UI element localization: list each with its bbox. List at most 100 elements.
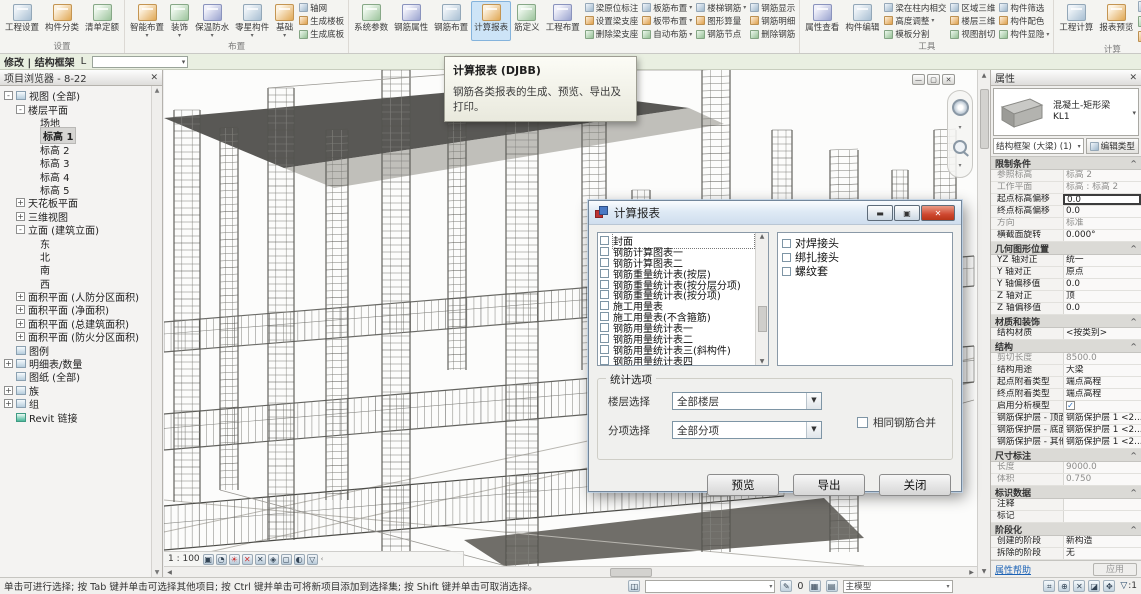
tree-item[interactable]: +三维视图 [2, 210, 162, 223]
property-value[interactable]: 标准 [1063, 218, 1141, 229]
property-value[interactable]: 统一 [1063, 255, 1141, 266]
collapse-icon[interactable]: ^ [1130, 451, 1137, 460]
property-value[interactable]: 0.0 [1063, 303, 1141, 314]
options-combobox[interactable]: ▾ [92, 56, 188, 68]
property-value[interactable]: 钢筋保护层 1 <2... [1063, 413, 1141, 424]
list-scrollbar[interactable]: ▲▼ [755, 233, 768, 365]
ribbon-small-button[interactable]: 设置梁支座 [585, 15, 639, 27]
collapse-icon[interactable]: ^ [1130, 488, 1137, 497]
dialog-titlebar[interactable]: 计算报表 ▬ ▣ ✕ [589, 201, 961, 225]
property-value[interactable]: 标高 2 [1063, 170, 1141, 181]
property-value[interactable]: 8500.0 [1063, 353, 1141, 364]
horizontal-scrollbar[interactable]: ◀▶ [164, 566, 977, 577]
options-icon[interactable]: ▤ [826, 580, 838, 592]
expand-icon[interactable]: + [4, 399, 13, 408]
ribbon-button[interactable]: 报表预览 [1096, 1, 1136, 44]
tree-item[interactable]: +面积平面 (总建筑面积) [2, 317, 162, 330]
detail-level-icon[interactable]: ▣ [203, 554, 214, 565]
scale-button[interactable]: 1 : 100 [168, 554, 200, 564]
expand-icon[interactable]: + [16, 212, 25, 221]
ribbon-button[interactable]: 工程布置 [543, 1, 583, 41]
property-value[interactable]: 端点高程 [1063, 389, 1141, 400]
ribbon-small-button[interactable]: 生成底板 [299, 28, 344, 40]
ribbon-small-button[interactable]: 梁原位标注 [585, 2, 639, 14]
property-value[interactable]: 端点高程 [1063, 377, 1141, 388]
property-section-header[interactable]: 标识数据^ [991, 486, 1141, 499]
property-value[interactable]: 9000.0 [1063, 462, 1141, 473]
ribbon-small-button[interactable]: 构件筛选 [999, 2, 1049, 14]
property-section-header[interactable]: 尺寸标注^ [991, 449, 1141, 462]
property-value[interactable]: ✓ [1063, 401, 1141, 412]
ribbon-button[interactable]: 保温防水▾ [192, 1, 232, 41]
collapse-icon[interactable]: ^ [1130, 317, 1137, 326]
ribbon-small-button[interactable]: 钢筋显示 [750, 2, 795, 14]
apply-button[interactable]: 应用 [1093, 563, 1137, 576]
element-filter-combobox[interactable]: 结构框架 (大梁) (1) ▾ [993, 138, 1084, 154]
ribbon-button[interactable]: 智能布置▾ [127, 1, 167, 41]
tree-item[interactable]: 场地 [2, 116, 162, 129]
ribbon-small-button[interactable]: 高度调整▾ [884, 15, 946, 27]
properties-help-link[interactable]: 属性帮助 [995, 563, 1031, 576]
vertical-scrollbar[interactable]: ▲▼ [977, 70, 990, 577]
joint-types-list[interactable]: 对焊接头绑扎接头螺纹套 [777, 232, 953, 366]
expand-icon[interactable]: + [16, 319, 25, 328]
merge-same-rebar-checkbox[interactable]: 相同钢筋合并 [857, 415, 936, 430]
sun-path-icon[interactable]: ☀ [229, 554, 240, 565]
ribbon-small-button[interactable]: 钢筋明细 [750, 15, 795, 27]
tree-item[interactable]: +天花板平面 [2, 196, 162, 209]
report-types-list[interactable]: 封面钢筋计算图表一钢筋计算图表二钢筋重量统计表(按层)钢筋重量统计表(按分层分项… [597, 232, 769, 366]
type-selector[interactable]: 混凝土-矩形梁 KL1 ▾ [993, 88, 1139, 136]
property-value[interactable]: 无 [1063, 548, 1141, 559]
property-value[interactable]: 钢筋保护层 1 <2... [1063, 425, 1141, 436]
expand-icon[interactable]: - [16, 225, 25, 234]
zoom-icon[interactable] [953, 140, 967, 154]
select-links-icon[interactable]: ⌗ [1043, 580, 1055, 592]
tree-item[interactable]: 标高 2 [2, 143, 162, 156]
property-value[interactable]: 标高 : 标高 2 [1063, 182, 1141, 193]
expand-icon[interactable]: + [16, 305, 25, 314]
tree-item[interactable]: 南 [2, 263, 162, 276]
ribbon-button[interactable]: 装饰▾ [167, 1, 192, 41]
tree-item[interactable]: 图纸 (全部) [2, 370, 162, 383]
ribbon-small-button[interactable]: 轴网 [299, 2, 344, 14]
property-section-header[interactable]: 几何图形位置^ [991, 242, 1141, 255]
select-underlay-icon[interactable]: ⊕ [1058, 580, 1070, 592]
checkbox-icon[interactable]: ✓ [1066, 401, 1075, 410]
ribbon-small-button[interactable]: 删除梁支座 [585, 28, 639, 40]
close-icon[interactable]: ✕ [1129, 73, 1137, 83]
ribbon-button[interactable]: 工程计算 [1056, 1, 1096, 44]
ribbon-button[interactable]: 构件分类 [42, 1, 82, 41]
select-by-face-icon[interactable]: ◪ [1088, 580, 1100, 592]
property-value[interactable]: <按类别> [1063, 328, 1141, 339]
expand-icon[interactable]: + [4, 386, 13, 395]
tree-item[interactable]: Revit 链接 [2, 410, 162, 423]
tree-item[interactable]: 北 [2, 250, 162, 263]
maximize-icon[interactable]: ▣ [894, 205, 920, 221]
close-button[interactable]: 关闭 [879, 474, 951, 496]
property-section-header[interactable]: 阶段化^ [991, 523, 1141, 536]
tree-item[interactable]: 东 [2, 236, 162, 249]
floor-select-combobox[interactable]: 全部楼层 ▼ [672, 392, 822, 410]
export-button[interactable]: 导出 [793, 474, 865, 496]
property-value[interactable]: 大梁 [1063, 365, 1141, 376]
worksets-icon[interactable]: ◫ [628, 580, 640, 592]
ribbon-small-button[interactable]: 楼梯钢筋▾ [696, 2, 746, 14]
select-pinned-icon[interactable]: ✕ [1073, 580, 1085, 592]
property-value[interactable]: 钢筋保护层 1 <2... [1063, 437, 1141, 448]
collapse-icon[interactable]: ^ [1130, 525, 1137, 534]
collapse-icon[interactable]: ^ [1130, 244, 1137, 253]
tree-item[interactable]: +族 [2, 384, 162, 397]
property-value[interactable]: 0.0 [1063, 194, 1141, 205]
chevron-down-icon[interactable]: ▾ [958, 162, 961, 169]
property-value[interactable] [1063, 499, 1141, 510]
tree-item[interactable]: 标高 4 [2, 169, 162, 182]
property-value[interactable]: 0.0 [1063, 206, 1141, 217]
tree-item[interactable]: 标高 3 [2, 156, 162, 169]
filter-button[interactable]: ▽ :1 [1120, 581, 1137, 591]
property-value[interactable]: 0.000° [1063, 230, 1141, 241]
expand-icon[interactable]: - [16, 105, 25, 114]
design-option-combobox[interactable]: 主模型▾ [843, 580, 953, 593]
chevron-left-icon[interactable]: ‹ [321, 555, 324, 563]
expand-icon[interactable]: + [16, 332, 25, 341]
tree-item[interactable]: -楼层平面 [2, 102, 162, 115]
